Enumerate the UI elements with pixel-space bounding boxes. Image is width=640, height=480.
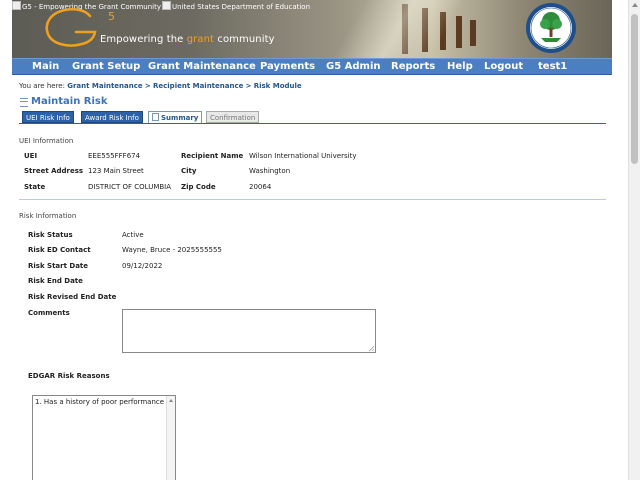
uei-value: EEE555FFF674: [88, 152, 141, 160]
city-label: City: [181, 167, 197, 175]
risk-section-heading: Risk Information: [19, 212, 77, 220]
breadcrumb: You are here: Grant Maintenance > Recipi…: [19, 82, 302, 90]
scrollbar-thumb[interactable]: [631, 14, 638, 164]
risk-end-date-label: Risk End Date: [28, 277, 83, 285]
state-label: State: [24, 183, 46, 191]
nav-g5-admin[interactable]: G5 Admin: [326, 59, 381, 74]
risk-ed-contact-value: Wayne, Bruce - 2025555555: [122, 246, 222, 254]
uei-label: UEI: [24, 152, 38, 160]
state-value: DISTRICT OF COLUMBIA: [88, 183, 172, 191]
street-address-label: Street Address: [24, 167, 84, 175]
tab-confirmation: Confirmation: [206, 111, 260, 123]
scroll-up-arrow-icon[interactable]: [632, 3, 638, 7]
uei-section-heading: UEI Information: [19, 137, 74, 145]
page-title-icon: [20, 98, 28, 107]
breadcrumb-grant-maintenance[interactable]: Grant Maintenance: [67, 82, 142, 90]
street-address-value: 123 Main Street: [88, 167, 144, 175]
edgar-risk-reasons-label: EDGAR Risk Reasons: [28, 372, 110, 380]
risk-revised-end-date-label: Risk Revised End Date: [28, 293, 117, 301]
zip-code-value: 20064: [249, 183, 272, 191]
logo-digit: 5: [108, 10, 115, 23]
seal-broken-image: United States Department of Education: [162, 1, 310, 11]
nav-logout[interactable]: Logout: [484, 59, 523, 74]
breadcrumb-risk-module[interactable]: Risk Module: [254, 82, 302, 90]
nav-grant-setup[interactable]: Grant Setup: [72, 59, 140, 74]
resize-grip-icon[interactable]: [369, 346, 374, 351]
nav-reports[interactable]: Reports: [391, 59, 435, 74]
scroll-up-icon[interactable]: [169, 399, 173, 402]
risk-status-label: Risk Status: [28, 231, 73, 239]
document-icon: [152, 113, 159, 121]
nav-help[interactable]: Help: [447, 59, 473, 74]
risk-start-date-value: 09/12/2022: [122, 262, 163, 270]
tab-award-risk-info[interactable]: Award Risk Info: [81, 111, 143, 123]
page-title: Maintain Risk: [31, 96, 108, 107]
comments-textarea[interactable]: [122, 309, 376, 353]
tab-uei-risk-info[interactable]: UEI Risk Info: [22, 111, 74, 123]
breadcrumb-recipient-maintenance[interactable]: Recipient Maintenance: [153, 82, 243, 90]
zip-code-label: Zip Code: [181, 183, 216, 191]
recipient-name-label: Recipient Name: [181, 152, 244, 160]
nav-grant-maintenance[interactable]: Grant Maintenance: [148, 59, 256, 74]
risk-status-value: Active: [122, 231, 144, 239]
city-value: Washington: [249, 167, 291, 175]
tagline: Empowering the grant community: [100, 34, 275, 45]
header-banner: G5 - Empowering the Grant Community Unit…: [12, 0, 612, 58]
listbox-scrollbar[interactable]: [166, 396, 175, 480]
risk-ed-contact-label: Risk ED Contact: [28, 246, 91, 254]
main-nav: Main Grant Setup Grant Maintenance Payme…: [12, 58, 612, 75]
recipient-name-value: Wilson International University: [249, 152, 357, 160]
nav-main[interactable]: Main: [32, 59, 59, 74]
page: G5 - Empowering the Grant Community Unit…: [0, 0, 628, 480]
risk-start-date-label: Risk Start Date: [28, 262, 89, 270]
list-item[interactable]: 1. Has a history of poor performance: [35, 398, 164, 406]
edgar-risk-reasons-listbox[interactable]: 1. Has a history of poor performance: [32, 395, 176, 480]
nav-payments[interactable]: Payments: [260, 59, 315, 74]
section-divider: [19, 199, 606, 200]
nav-user[interactable]: test1: [538, 59, 567, 74]
tab-underline: [19, 123, 606, 124]
department-seal-icon: [526, 3, 576, 53]
page-scrollbar[interactable]: [628, 0, 640, 480]
comments-label: Comments: [28, 309, 70, 317]
